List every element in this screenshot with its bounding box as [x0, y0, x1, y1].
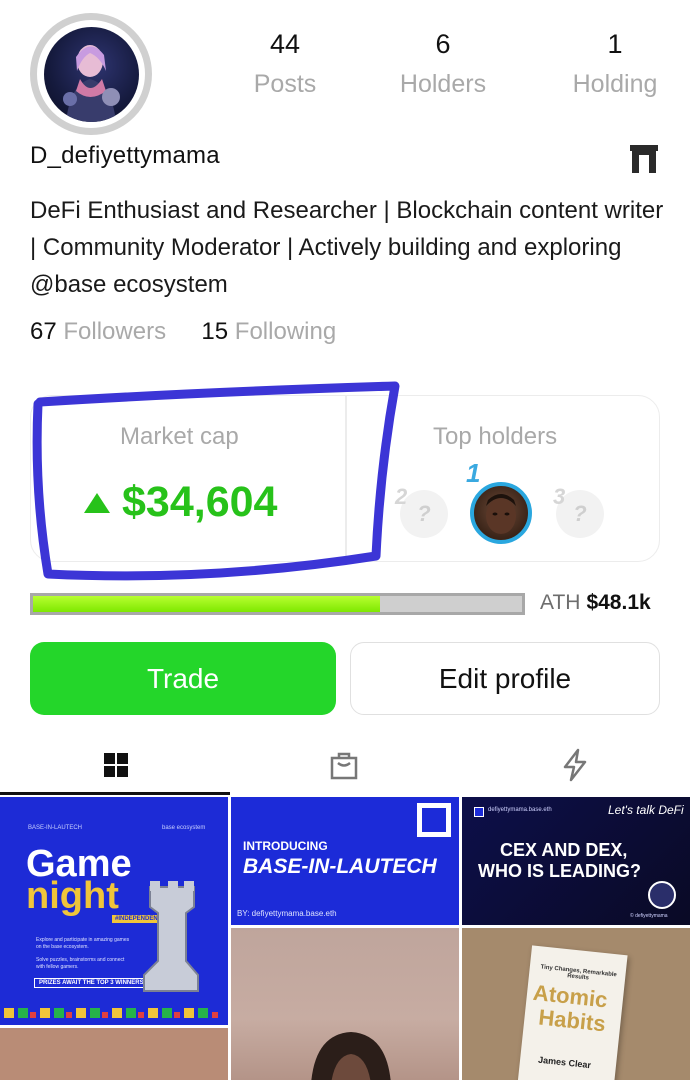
post2-byline: BY: defiyettymama.base.eth	[237, 909, 337, 918]
holder-3-rank: 3	[553, 484, 566, 509]
stat-posts-label: Posts	[253, 70, 317, 98]
base-logo-small-icon	[474, 807, 484, 817]
chess-rook-icon	[143, 881, 199, 992]
grid-icon	[104, 753, 128, 777]
profile-bio: DeFi Enthusiast and Researcher | Blockch…	[30, 197, 664, 298]
following-label: Following	[234, 318, 337, 345]
followers-count: 67	[30, 318, 57, 345]
stat-holders[interactable]: 6 Holders	[373, 24, 513, 104]
tab-shop[interactable]	[324, 745, 364, 785]
holder-2-rank: 2	[395, 484, 408, 509]
top-holders-label: Top holders	[433, 423, 558, 450]
market-cap-progress-bar	[30, 593, 525, 615]
edit-profile-button[interactable]: Edit profile	[350, 642, 660, 715]
market-cap-label: Market cap	[120, 423, 239, 450]
stat-holders-label: Holders	[399, 70, 487, 98]
post3-handle: defiyettymama.base.eth	[488, 807, 552, 813]
post2-line2: BASE-IN-LAUTECH	[243, 855, 437, 878]
stat-holding-label: Holding	[572, 70, 658, 98]
trend-up-icon	[84, 492, 110, 513]
gate-icon[interactable]	[628, 143, 660, 175]
book-author: James Clear	[537, 1054, 592, 1071]
card-divider	[345, 396, 347, 561]
book-cover: Tiny Changes, Remarkable Results Atomic …	[516, 945, 628, 1080]
post3-line1: CEX AND DEX,	[500, 840, 628, 860]
post1-title-2: night	[26, 875, 119, 917]
following-count: 15	[201, 318, 229, 345]
base-logo-icon	[417, 803, 451, 837]
post-thumbnail-atomic-habits[interactable]: Tiny Changes, Remarkable Results Atomic …	[462, 928, 690, 1080]
trade-button[interactable]: Trade	[30, 642, 336, 715]
ath-value: $48.1k	[586, 591, 651, 614]
profile-avatar-image	[43, 26, 139, 122]
ath-readout: ATH $48.1k	[540, 590, 651, 616]
stat-holders-value: 6	[435, 29, 451, 59]
post1-top-left: BASE-IN-LAUTECH	[28, 825, 83, 831]
post3-credit: © defiyettymama	[630, 913, 668, 919]
market-cap-amount: $34,604	[122, 478, 278, 526]
follow-counts: 67 Followers 15 Following	[30, 318, 336, 346]
post2-line1: INTRODUCING	[243, 839, 328, 853]
followers-label: Followers	[63, 318, 167, 345]
tab-grid[interactable]	[96, 745, 136, 785]
progress-fill	[33, 596, 381, 612]
following-link[interactable]: 15 Following	[201, 318, 336, 345]
post3-line2: WHO IS LEADING?	[478, 861, 641, 881]
holder-1-avatar[interactable]	[470, 482, 532, 544]
stat-posts[interactable]: 44 Posts	[215, 24, 355, 104]
post-thumbnail-game-night[interactable]: BASE-IN-LAUTECH base ecosystem Game nigh…	[0, 797, 228, 1025]
avatar[interactable]	[30, 13, 152, 135]
active-tab-indicator	[0, 792, 230, 795]
post-thumbnail-introducing[interactable]: INTRODUCING BASE-IN-LAUTECH BY: defiyett…	[231, 797, 459, 925]
post-thumbnail-cex-dex[interactable]: defiyettymama.base.eth Let's talk DeFi C…	[462, 797, 690, 925]
stat-posts-value: 44	[269, 29, 301, 59]
profile-stats: 44 Posts 6 Holders 1 Holding	[205, 24, 685, 114]
pattern-strip	[0, 1002, 228, 1025]
post-thumbnail-photo[interactable]	[231, 928, 459, 1080]
post1-top-right: base ecosystem	[162, 825, 206, 831]
post1-bullet-2: Solve puzzles, brainstorms and connect w…	[36, 957, 125, 970]
lightning-icon	[563, 748, 587, 782]
photo-subject	[311, 1032, 391, 1080]
stat-holding-value: 1	[607, 29, 623, 59]
shopping-bag-icon	[330, 752, 358, 780]
tab-activity[interactable]	[555, 745, 595, 785]
post1-bullet-1: Explore and participate in amazing games…	[36, 937, 130, 950]
post-thumbnail-4[interactable]	[0, 1028, 228, 1080]
market-cap-value: $34,604	[84, 478, 277, 527]
holder-1-rank: 1	[466, 458, 481, 488]
username: D_defiyettymama	[30, 142, 220, 169]
ath-label: ATH	[540, 591, 581, 614]
post3-avatar	[648, 881, 676, 909]
post3-tagline: Let's talk DeFi	[608, 803, 684, 817]
stat-holding[interactable]: 1 Holding	[545, 24, 685, 104]
followers-link[interactable]: 67 Followers	[30, 318, 173, 345]
